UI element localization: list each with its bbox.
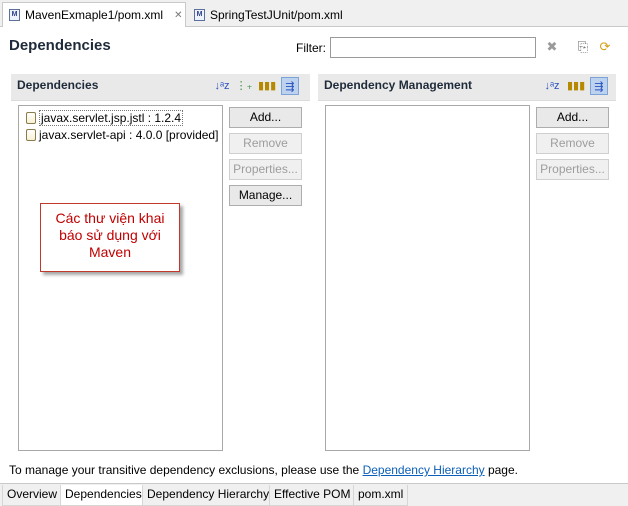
sort-az-icon[interactable]: ↓ᵃz [543,77,561,95]
manage-dependencies-button[interactable]: Manage... [229,185,302,206]
annotation-line: Các thư viện khai [55,210,165,226]
tab-dependencies[interactable]: Dependencies [60,485,147,506]
clear-filter-icon[interactable]: ✖ [543,38,561,56]
message-prefix: To manage your transitive dependency exc… [9,463,363,477]
tab-effective-pom[interactable]: Effective POM [269,485,356,506]
annotation-line: báo sử dụng với [59,227,161,243]
list-item[interactable]: javax.servlet-api : 4.0.0 [provided] [19,126,222,143]
remove-managed-dependency-button[interactable]: Remove [536,133,609,154]
message-suffix: page. [484,463,518,477]
editor-tab-bar: M MavenExmaple1/pom.xml ✕ M SpringTestJU… [0,0,628,27]
filter-label: Filter: [296,41,326,55]
maven-xml-icon: M [194,8,205,21]
columns-icon[interactable]: ▮▮▮ [567,77,585,95]
dependency-hierarchy-link[interactable]: Dependency Hierarchy [363,463,485,477]
add-dependency-button[interactable]: Add... [229,107,302,128]
tab-pom-xml[interactable]: pom.xml [353,485,409,506]
close-icon[interactable]: ✕ [174,10,182,21]
dependencies-section-header: Dependencies ↓ᵃz ⋮₊ ▮▮▮ ⇶ [11,74,310,101]
editor-tab-spring-test[interactable]: M SpringTestJUnit/pom.xml [188,2,350,27]
dependency-label: javax.servlet-api : 4.0.0 [provided] [39,127,219,142]
dependency-label: javax.servlet.jsp.jstl : 1.2.4 [39,109,184,126]
dependencies-list[interactable]: javax.servlet.jsp.jstl : 1.2.4 javax.ser… [18,105,223,451]
dependency-properties-button[interactable]: Properties... [229,159,302,180]
columns-icon[interactable]: ▮▮▮ [258,77,276,95]
show-inherited-icon[interactable]: ⇶ [590,77,608,95]
tab-dependency-hierarchy[interactable]: Dependency Hierarchy [142,485,275,506]
editor-tab-label: MavenExmaple1/pom.xml [25,8,164,22]
hierarchy-icon[interactable]: ⋮₊ [235,77,253,95]
add-managed-dependency-button[interactable]: Add... [536,107,609,128]
dependency-management-section-title: Dependency Management [324,78,473,92]
dependencies-section-title: Dependencies [17,78,99,92]
dependency-management-list[interactable] [325,105,530,451]
editor-page-tabs: Overview Dependencies Dependency Hierarc… [0,483,628,506]
annotation-line: Maven [88,244,132,260]
editor-tab-maven-example[interactable]: M MavenExmaple1/pom.xml ✕ [2,2,186,27]
tab-overview[interactable]: Overview [2,485,63,506]
show-advanced-icon[interactable]: ⎘ [574,38,592,56]
show-inherited-icon[interactable]: ⇶ [281,77,299,95]
dependency-management-section: Dependency Management ↓ᵃz ▮▮▮ ⇶ Add... R… [318,74,616,466]
dependency-management-section-header: Dependency Management ↓ᵃz ▮▮▮ ⇶ [318,74,616,101]
refresh-icon[interactable]: ⟳ [596,38,614,56]
transitive-exclusions-message: To manage your transitive dependency exc… [9,463,518,477]
page-title: Dependencies [9,37,111,54]
filter-input[interactable] [330,37,536,58]
editor-tab-label: SpringTestJUnit/pom.xml [210,7,343,22]
jar-icon [26,111,36,124]
maven-xml-icon: M [9,9,20,21]
jar-icon [26,128,36,141]
annotation-callout: Các thư viện khai báo sử dụng với Maven [40,203,180,272]
remove-dependency-button[interactable]: Remove [229,133,302,154]
sort-az-icon[interactable]: ↓ᵃz [213,77,231,95]
managed-dependency-properties-button[interactable]: Properties... [536,159,609,180]
list-item[interactable]: javax.servlet.jsp.jstl : 1.2.4 [19,109,222,126]
